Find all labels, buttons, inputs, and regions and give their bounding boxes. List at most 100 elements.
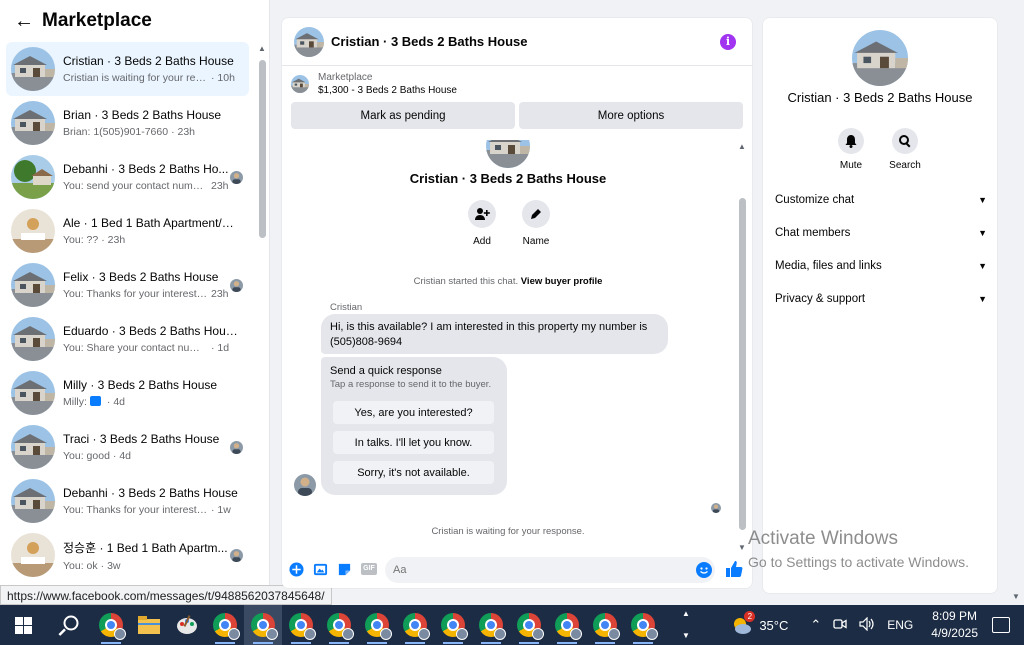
- taskbar-chrome-app[interactable]: [282, 605, 320, 645]
- taskbar-chrome-app[interactable]: [586, 605, 624, 645]
- quick-response-option[interactable]: Sorry, it's not available.: [333, 461, 494, 484]
- add-people-button[interactable]: Add: [462, 200, 502, 247]
- emoji-icon[interactable]: [696, 562, 712, 578]
- sidebar-scrollbar[interactable]: ▲: [257, 44, 267, 584]
- marketplace-listing[interactable]: Marketplace $1,300 - 3 Beds 2 Baths Hous…: [282, 66, 752, 102]
- input-language[interactable]: ENG: [887, 618, 913, 632]
- conversation-item[interactable]: Cristian · 3 Beds 2 Baths House Cristian …: [6, 42, 249, 96]
- conversation-time: · 4d: [112, 450, 132, 462]
- taskbar-chrome-app[interactable]: [472, 605, 510, 645]
- conversation-snippet: You: ??: [63, 234, 99, 246]
- taskbar-chrome-app[interactable]: [320, 605, 358, 645]
- bell-icon: [838, 128, 864, 154]
- gif-icon[interactable]: GIF: [360, 561, 378, 577]
- taskbar-file-explorer[interactable]: [130, 605, 168, 645]
- meet-camera-icon[interactable]: [833, 618, 847, 633]
- taskbar-search-button[interactable]: [46, 605, 92, 645]
- conversation-item[interactable]: Debanhi · 3 Beds 2 Baths Ho... You: send …: [6, 150, 249, 204]
- conversation-time: · 23h: [171, 126, 196, 138]
- conversation-sidebar: ← Marketplace Cristian · 3 Beds 2 Baths …: [0, 0, 270, 605]
- info-avatar[interactable]: [852, 30, 908, 86]
- privacy-support-section[interactable]: Privacy & support ▼: [775, 289, 987, 309]
- conversation-item[interactable]: 정승훈 · 1 Bed 1 Bath Apartm... You: ok · 3w: [6, 528, 249, 582]
- taskbar-clock[interactable]: 8:09 PM 4/9/2025: [931, 608, 978, 642]
- taskbar-overflow[interactable]: ▲ ▼: [680, 605, 692, 645]
- plus-circle-icon[interactable]: [288, 561, 304, 577]
- notifications-icon[interactable]: [992, 617, 1010, 633]
- paint-palette-icon: [177, 615, 197, 634]
- sender-avatar[interactable]: [294, 474, 316, 496]
- chevron-down-icon[interactable]: ▼: [682, 631, 690, 640]
- conversation-item[interactable]: Ale · 1 Bed 1 Bath Apartment/co... You: ?…: [6, 204, 249, 258]
- chat-header-name[interactable]: Cristian · 3 Beds 2 Baths House: [331, 34, 528, 49]
- taskbar-chrome-app[interactable]: [548, 605, 586, 645]
- conversation-title: Ale · 1 Bed 1 Bath Apartment/co...: [63, 216, 238, 230]
- page-scrollbar[interactable]: ▼: [1010, 4, 1022, 601]
- conversation-item[interactable]: Felix · 3 Beds 2 Baths House You: Thanks …: [6, 258, 249, 312]
- start-button[interactable]: [0, 605, 46, 645]
- section-label: Chat members: [775, 227, 851, 239]
- taskbar-paint-app[interactable]: [168, 605, 206, 645]
- name-label: Name: [522, 236, 550, 247]
- back-arrow-icon[interactable]: ←: [14, 11, 42, 31]
- customize-chat-section[interactable]: Customize chat ▼: [775, 190, 987, 210]
- conversation-item[interactable]: Debanhi · 3 Beds 2 Baths House You: Thank…: [6, 474, 249, 528]
- conversation-item[interactable]: Milly · 3 Beds 2 Baths House Milly: · 4d: [6, 366, 249, 420]
- taskbar-chrome-app[interactable]: [92, 605, 130, 645]
- chevron-up-icon[interactable]: ▲: [682, 609, 690, 618]
- weather-icon[interactable]: 2: [731, 611, 756, 636]
- quick-response-option[interactable]: Yes, are you interested?: [333, 401, 494, 424]
- chrome-icon: [555, 613, 582, 640]
- conversation-snippet: Cristian is waiting for your respo...: [63, 72, 208, 84]
- gif-label: GIF: [361, 563, 377, 575]
- taskbar-chrome-app[interactable]: [434, 605, 472, 645]
- chat-scrollbar[interactable]: ▲ ▼: [737, 142, 747, 552]
- more-options-button[interactable]: More options: [519, 102, 743, 129]
- taskbar-chrome-app[interactable]: [358, 605, 396, 645]
- chevron-up-icon[interactable]: ⌃: [810, 617, 821, 633]
- incoming-message[interactable]: Hi, is this available? I am interested i…: [321, 314, 668, 354]
- taskbar-chrome-app[interactable]: [244, 605, 282, 645]
- sidebar-scroll-thumb[interactable]: [259, 60, 266, 238]
- chrome-icon: [441, 613, 468, 640]
- section-label: Customize chat: [775, 194, 855, 206]
- scroll-up-arrow-icon[interactable]: ▲: [738, 142, 746, 151]
- chevron-down-icon: ▼: [978, 261, 987, 271]
- chat-scroll-thumb[interactable]: [739, 198, 746, 530]
- thread-hero-avatar: [486, 140, 530, 168]
- clock-time: 8:09 PM: [932, 609, 977, 623]
- conversation-item[interactable]: Traci · 3 Beds 2 Baths House You: good · 4…: [6, 420, 249, 474]
- taskbar-chrome-app[interactable]: [396, 605, 434, 645]
- temperature[interactable]: 35°C: [759, 618, 788, 633]
- photo-icon[interactable]: [312, 561, 328, 577]
- scroll-down-arrow-icon[interactable]: ▼: [1012, 592, 1020, 601]
- conversation-item[interactable]: Brian · 3 Beds 2 Baths House Brian: 1(505…: [6, 96, 249, 150]
- marketplace-label: Marketplace: [318, 72, 373, 83]
- view-buyer-profile-link[interactable]: View buyer profile: [521, 276, 603, 287]
- media-files-links-section[interactable]: Media, files and links ▼: [775, 256, 987, 276]
- status-url-tooltip: https://www.facebook.com/messages/t/9488…: [0, 585, 332, 605]
- quick-response-card: Send a quick response Tap a response to …: [321, 357, 507, 495]
- thumbs-up-icon[interactable]: [725, 560, 743, 578]
- taskbar-chrome-app[interactable]: [624, 605, 662, 645]
- chat-members-section[interactable]: Chat members ▼: [775, 223, 987, 243]
- conversation-item[interactable]: Eduardo · 3 Beds 2 Baths House You: Share…: [6, 312, 249, 366]
- sticker-icon[interactable]: [336, 561, 352, 577]
- quick-response-option[interactable]: In talks. I'll let you know.: [333, 431, 494, 454]
- quick-response-title: Send a quick response: [330, 365, 442, 377]
- mute-button[interactable]: Mute: [831, 128, 871, 171]
- chat-header-avatar[interactable]: [294, 27, 324, 57]
- message-input[interactable]: [385, 557, 715, 583]
- info-icon[interactable]: i: [720, 34, 736, 50]
- scroll-down-arrow-icon[interactable]: ▼: [738, 543, 746, 552]
- scroll-up-arrow-icon[interactable]: ▲: [258, 44, 266, 53]
- message-thread: Cristian · 3 Beds 2 Baths House Add Name…: [282, 140, 752, 540]
- search-in-chat-button[interactable]: Search: [885, 128, 925, 171]
- speaker-icon[interactable]: [859, 616, 875, 634]
- taskbar-apps: [92, 605, 662, 645]
- taskbar-chrome-app[interactable]: [510, 605, 548, 645]
- taskbar-chrome-app[interactable]: [206, 605, 244, 645]
- mark-pending-button[interactable]: Mark as pending: [291, 102, 515, 129]
- name-chat-button[interactable]: Name: [516, 200, 556, 247]
- watermark-subtitle: Go to Settings to activate Windows.: [748, 554, 969, 570]
